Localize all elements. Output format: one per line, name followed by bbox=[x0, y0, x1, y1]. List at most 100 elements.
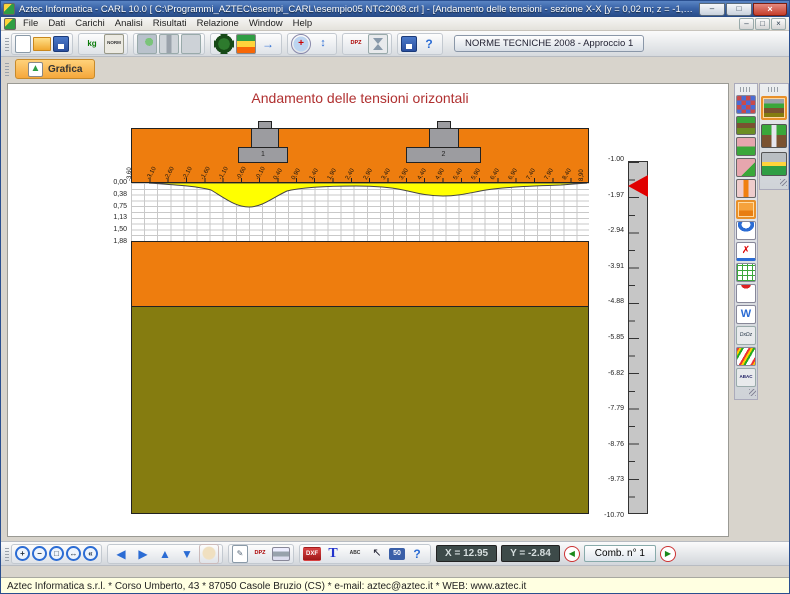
landscape-tool-icon[interactable] bbox=[236, 34, 256, 54]
single-pile-icon[interactable] bbox=[761, 124, 787, 148]
hourglass-tool-icon[interactable] bbox=[368, 34, 388, 54]
scale-label: -2.94 bbox=[608, 227, 624, 234]
pan-hand-icon[interactable] bbox=[199, 544, 219, 564]
output-toolbar-group: ✎DPZ bbox=[228, 544, 294, 564]
y-coordinate-display: Y = -2.84 bbox=[501, 545, 560, 562]
zoom-window-icon[interactable]: □ bbox=[49, 546, 64, 561]
two-footings-icon[interactable] bbox=[761, 96, 787, 120]
toolbar-grip[interactable] bbox=[5, 547, 9, 561]
abscissa-ruler: -3,60-3,10-2,60-2,10-1,60-1,10-0,60-0,10… bbox=[131, 163, 589, 183]
workspace: Andamento delle tensioni orizontali 1 2 … bbox=[1, 81, 789, 541]
wreath-tool-icon[interactable] bbox=[214, 34, 234, 54]
new-file-icon[interactable] bbox=[15, 35, 31, 53]
extents-tool-icon[interactable]: ↕ bbox=[313, 34, 333, 54]
mdi-close-icon[interactable]: × bbox=[771, 18, 786, 30]
dxf-export-icon[interactable]: DXF bbox=[303, 547, 321, 561]
menu-item[interactable]: Carichi bbox=[70, 18, 110, 29]
win-close-icon[interactable]: × bbox=[753, 3, 787, 16]
fill-tool-icon[interactable] bbox=[181, 34, 201, 54]
mdi-window-controls: –□× bbox=[739, 18, 786, 30]
zoom-in-icon[interactable]: + bbox=[15, 546, 30, 561]
failure-surface-icon[interactable]: ✗ bbox=[736, 242, 756, 261]
win-restore-icon[interactable]: □ bbox=[726, 3, 752, 16]
dpz-tool-icon[interactable]: DPZ bbox=[346, 34, 366, 54]
menu-item[interactable]: Help bbox=[288, 18, 318, 29]
text-tool-icon[interactable]: T bbox=[323, 544, 343, 564]
scale-label: -7.79 bbox=[608, 405, 624, 412]
help-small-icon[interactable]: ? bbox=[407, 544, 427, 564]
menu-item[interactable]: Dati bbox=[43, 18, 70, 29]
next-combination-slot: ▶ bbox=[660, 546, 676, 562]
toolbar-grip[interactable] bbox=[768, 87, 780, 92]
pan-down-icon[interactable]: ▼ bbox=[177, 544, 197, 564]
toolbar-corner-grip[interactable] bbox=[780, 179, 787, 186]
menu-item[interactable]: Risultati bbox=[148, 18, 192, 29]
pan-up-icon[interactable]: ▲ bbox=[155, 544, 175, 564]
mdi-logo-icon[interactable] bbox=[4, 18, 16, 30]
zoom-extents-icon[interactable]: ↔ bbox=[66, 546, 81, 561]
print-preview-icon[interactable]: ✎ bbox=[232, 545, 248, 563]
menu-item[interactable]: Window bbox=[244, 18, 288, 29]
misc-toolbar-group: ? bbox=[397, 33, 443, 55]
main-toolbar: kgNORM → +↕ DPZ ? NORME TECNICHE 2008 - … bbox=[1, 31, 789, 57]
grafica-logo-icon[interactable]: ▲ bbox=[28, 62, 43, 77]
units-kgcm-icon[interactable]: kg bbox=[82, 34, 102, 54]
menu-item[interactable]: Analisi bbox=[110, 18, 148, 29]
pan-toolbar-group: ◀▶▲▼ bbox=[107, 544, 223, 564]
menu-item[interactable]: File bbox=[18, 18, 43, 29]
tab-grafica[interactable]: ▲ Grafica bbox=[15, 59, 95, 79]
borehole-icon[interactable] bbox=[736, 179, 756, 198]
colored-squares-icon[interactable] bbox=[736, 95, 756, 114]
depth-scale-bar[interactable] bbox=[628, 161, 648, 514]
mdi-restore-icon[interactable]: □ bbox=[755, 18, 770, 30]
footing-1-label: 1 bbox=[238, 151, 288, 158]
toolbar-corner-grip[interactable] bbox=[749, 389, 756, 396]
zoom-previous-icon[interactable]: « bbox=[83, 546, 98, 561]
water-w-icon[interactable]: W bbox=[736, 305, 756, 324]
pointer-tool-icon[interactable]: ↖ bbox=[367, 544, 387, 564]
handle-tool-icon[interactable] bbox=[159, 34, 179, 54]
mdi-min-icon[interactable]: – bbox=[739, 18, 754, 30]
stratigraphy-icon[interactable] bbox=[736, 116, 756, 135]
help-tool-icon[interactable]: ? bbox=[419, 34, 439, 54]
section-arrow-tool-icon[interactable]: → bbox=[258, 34, 278, 54]
prev-comb-icon[interactable]: ◀ bbox=[564, 546, 580, 562]
norm-book-icon[interactable]: NORM bbox=[104, 34, 124, 54]
embankment-icon[interactable] bbox=[761, 152, 787, 176]
toolbar-grip[interactable] bbox=[5, 37, 9, 51]
pressure-curve-icon[interactable] bbox=[736, 284, 756, 303]
toolbar-grip[interactable] bbox=[740, 87, 752, 92]
save-data-tool-icon[interactable] bbox=[401, 36, 417, 52]
menu-item[interactable]: Relazione bbox=[192, 18, 244, 29]
pan-left-icon[interactable]: ◀ bbox=[111, 544, 131, 564]
dxdz-icon[interactable]: DxDz bbox=[736, 326, 756, 345]
norme-tecniche-button[interactable]: NORME TECNICHE 2008 - Approccio 1 bbox=[454, 35, 644, 52]
window-controls: –□× bbox=[699, 3, 787, 16]
filled-section-icon[interactable] bbox=[736, 137, 756, 156]
load-map-icon[interactable] bbox=[736, 200, 756, 219]
tabrow-grip[interactable] bbox=[5, 62, 9, 76]
globe-tool-icon[interactable]: + bbox=[291, 34, 311, 54]
print-icon[interactable] bbox=[272, 547, 290, 561]
scale-50-icon[interactable]: 50 bbox=[389, 548, 405, 560]
open-file-icon[interactable] bbox=[33, 37, 51, 51]
spell-check-icon[interactable]: ABC bbox=[345, 544, 365, 564]
pan-right-icon[interactable]: ▶ bbox=[133, 544, 153, 564]
zoom-out-icon[interactable]: − bbox=[32, 546, 47, 561]
bottom-toolbar: +−□↔« ◀▶▲▼ ✎DPZ DXFTABC↖50? X = 12.95 Y … bbox=[1, 541, 789, 565]
application-window: Aztec Informatica - CARL 10.0 [ C:\Progr… bbox=[0, 0, 790, 594]
horizontal-stress-diagram bbox=[131, 183, 589, 218]
settlement-bowl-icon[interactable] bbox=[736, 221, 756, 240]
abac-icon[interactable]: ABAC bbox=[736, 368, 756, 387]
influence-curves-icon[interactable] bbox=[736, 347, 756, 366]
save-file-icon[interactable] bbox=[53, 36, 69, 52]
app-logo-icon[interactable] bbox=[3, 3, 15, 15]
excavation-icon[interactable] bbox=[736, 158, 756, 177]
depth-marker-triangle[interactable] bbox=[628, 175, 648, 197]
win-min-icon[interactable]: – bbox=[699, 3, 725, 16]
dpz-export-icon[interactable]: DPZ bbox=[250, 544, 270, 564]
export-toolbar-group: DPZ bbox=[342, 33, 392, 55]
node-tool-icon[interactable] bbox=[137, 34, 157, 54]
next-comb-icon[interactable]: ▶ bbox=[660, 546, 676, 562]
result-table-icon[interactable] bbox=[736, 263, 756, 282]
